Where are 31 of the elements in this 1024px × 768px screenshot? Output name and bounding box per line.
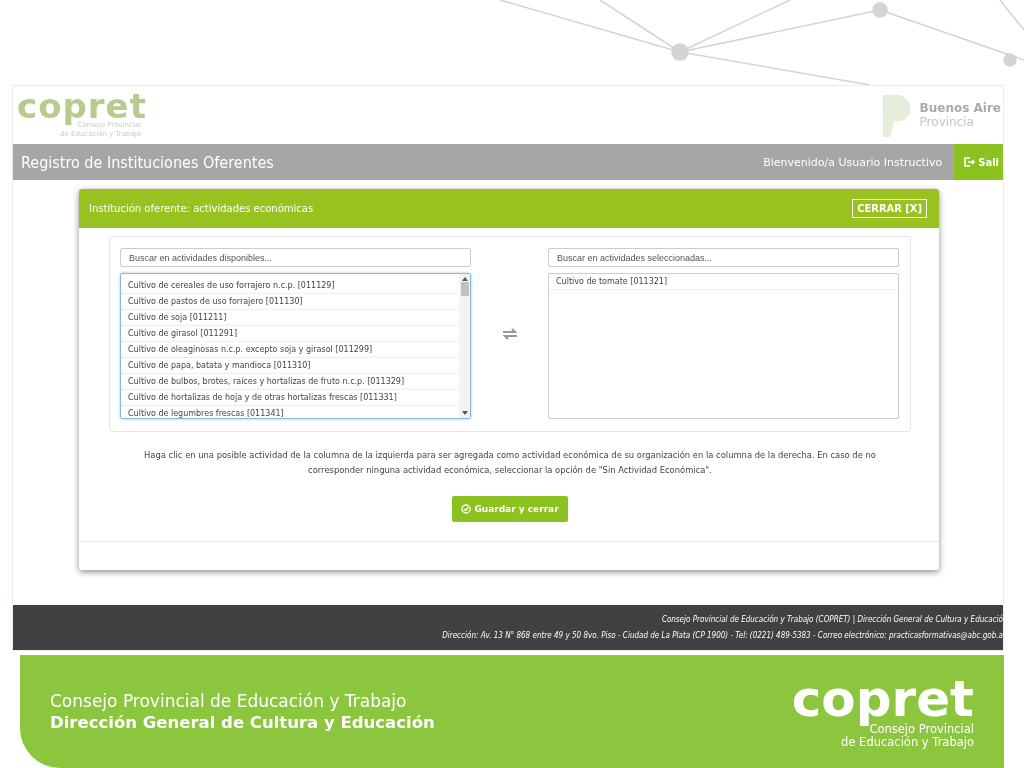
instruction-text: Haga clic en una posible actividad de la columna de la izquierda para ser agregada como actividad económica de su organización en la columna de la derecha. En caso de no corresponder ninguna actividad económica, seleccionar la opción de "Sin Actividad Económica". xyxy=(143,449,877,477)
scroll-thumb[interactable] xyxy=(460,282,469,296)
welcome-text: Bienvenido/a Usuario Instructivo xyxy=(763,155,943,169)
list-item[interactable]: Cultivo de pastos de uso forrajero [011130] xyxy=(121,294,459,310)
footer-text: Dirección: Av. 13 N° 868 entre 49 y 50 8vo. Piso - Ciudad de La Plata (CP 1900) - Tel: (0221) 489-5383 - Correo electrónico: practicasformativas@abc.gob.a xyxy=(442,629,1003,642)
copret-logo: copret Consejo Provincial de Educación y Trabajo xyxy=(791,674,974,749)
app-title: Registro de Instituciones Oferentes xyxy=(21,152,275,172)
footer-text: Consejo Provincial de Educación y Trabajo (COPRET) | Dirección General de Cultura y Educació xyxy=(661,613,1003,626)
selected-list[interactable]: Cultivo de tomate [011321] xyxy=(548,273,899,419)
province-subtitle: Provincia xyxy=(919,115,975,129)
list-item[interactable]: Cultivo de soja [011211] xyxy=(121,310,459,326)
list-item[interactable]: Cultivo de cereales de uso forrajero n.c.p. [011129] xyxy=(121,278,459,294)
scrollbar[interactable] xyxy=(459,274,470,418)
list-item[interactable]: Cultivo de tomate [011321] xyxy=(549,274,898,290)
list-item[interactable]: Cultivo de papa, batata y mandioca [011310] xyxy=(121,358,459,374)
list-item[interactable]: Cultivo de oleaginosas n.c.p. excepto soja y girasol [011299] xyxy=(121,342,459,358)
modal-title: Institución oferente: actividades económicas xyxy=(89,203,314,214)
list-item[interactable]: Cultivo de girasol [011291] xyxy=(121,326,459,342)
check-circle-icon xyxy=(461,504,472,514)
banner-text: Dirección General de Cultura y Educación xyxy=(50,713,435,732)
swap-arrows-icon xyxy=(501,327,518,340)
list-item[interactable]: Cultivo de bulbos, brotes, raíces y hortalizas de fruto n.c.p. [011329] xyxy=(121,374,459,390)
logout-icon xyxy=(964,157,976,167)
search-field[interactable]: Buscar en actividades disponibles... xyxy=(120,248,471,267)
available-list[interactable] xyxy=(120,273,471,419)
province-name: Buenos Aire xyxy=(919,101,1001,115)
banner-text: Consejo Provincial de Educación y Trabajo xyxy=(50,691,408,711)
scroll-down-arrow-icon[interactable] xyxy=(461,411,468,415)
search-field[interactable]: Buscar en actividades seleccionadas... xyxy=(548,248,899,267)
list-item[interactable]: Cultivo de hortalizas de hoja y de otras hortalizas frescas [011331] xyxy=(121,390,459,406)
scroll-up-arrow-icon[interactable] xyxy=(461,277,468,281)
